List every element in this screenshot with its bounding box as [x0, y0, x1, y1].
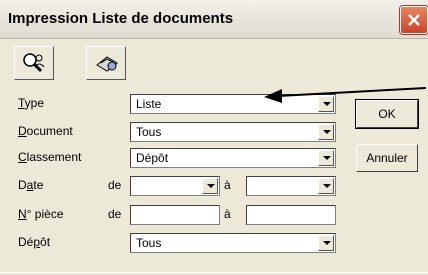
- piece-label: N° pièce: [18, 207, 64, 221]
- chevron-down-icon[interactable]: [318, 124, 334, 140]
- date-from-label: de: [108, 178, 122, 192]
- close-button[interactable]: [400, 6, 428, 34]
- document-select[interactable]: Tous: [130, 122, 336, 142]
- piece-from-input[interactable]: [130, 205, 220, 225]
- cancel-button[interactable]: Annuler: [356, 144, 418, 172]
- window-title: Impression Liste de documents: [8, 10, 234, 27]
- piece-to-input[interactable]: [246, 205, 336, 225]
- date-from-select[interactable]: [130, 176, 220, 196]
- date-to-label: à: [224, 178, 231, 192]
- printer-preview-icon: [96, 56, 118, 72]
- chevron-down-icon[interactable]: [318, 150, 334, 166]
- print-preview-button[interactable]: [86, 46, 126, 80]
- search-button[interactable]: [14, 46, 54, 80]
- document-value: Tous: [136, 125, 162, 139]
- depot-select[interactable]: Tous: [130, 233, 336, 253]
- type-label: Type: [18, 96, 45, 110]
- date-to-select[interactable]: [246, 176, 336, 196]
- piece-from-label: de: [108, 207, 122, 221]
- depot-value: Tous: [136, 236, 162, 250]
- annotation-arrow: [264, 87, 427, 103]
- date-label: Date: [18, 178, 44, 192]
- chevron-down-icon[interactable]: [202, 178, 218, 194]
- classement-value: Dépôt: [136, 151, 169, 165]
- bottom-edge: [0, 272, 428, 273]
- classement-select[interactable]: Dépôt: [130, 148, 336, 168]
- chevron-down-icon[interactable]: [318, 178, 334, 194]
- chevron-down-icon[interactable]: [318, 235, 334, 251]
- piece-to-label: à: [224, 207, 231, 221]
- ok-button[interactable]: OK: [355, 99, 419, 129]
- type-value: Liste: [136, 97, 162, 111]
- depot-label: Dépôt: [18, 235, 51, 249]
- title-bar: Impression Liste de documents: [0, 0, 428, 39]
- close-icon: [408, 14, 420, 26]
- search-people-icon: [23, 53, 45, 73]
- document-label: Document: [18, 124, 73, 138]
- classement-label: Classement: [18, 150, 82, 164]
